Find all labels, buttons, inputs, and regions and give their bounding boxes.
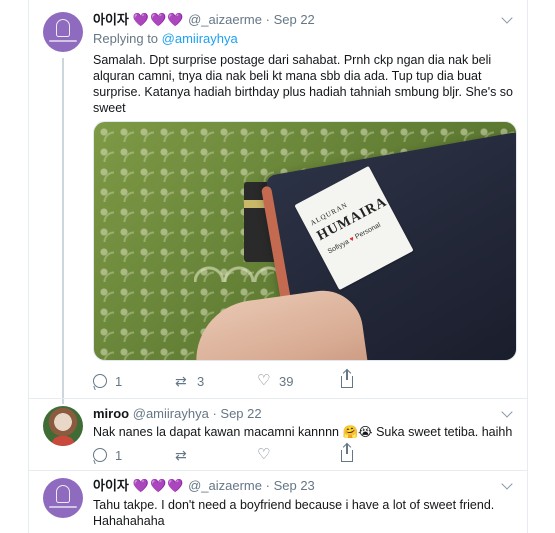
retweet-icon: ⇄ <box>175 447 187 463</box>
separator-dot: · <box>212 406 217 421</box>
heart-icon: ♡ <box>257 446 271 463</box>
user-handle[interactable]: @_aizaerme <box>188 478 262 493</box>
tweet-date[interactable]: Sep 22 <box>220 406 261 421</box>
tweet-header: 아이자 💜💜💜 @_aizaerme · Sep 23 <box>93 478 315 494</box>
share-icon <box>341 444 353 462</box>
replying-to-label: Replying to <box>93 31 159 46</box>
replying-to: Replying to @amiirayhya <box>93 31 238 47</box>
display-name[interactable]: 아이자 <box>93 12 129 27</box>
tweet-date[interactable]: Sep 22 <box>274 12 315 27</box>
heart-icon: ♡ <box>257 372 271 389</box>
share-button[interactable] <box>341 370 353 390</box>
avatar[interactable] <box>43 406 83 446</box>
hand-logo-icon <box>56 19 70 37</box>
separator-dot: · <box>265 478 270 493</box>
retweet-count: 3 <box>197 373 205 389</box>
tweet-header: 아이자 💜💜💜 @_aizaerme · Sep 22 <box>93 12 315 28</box>
purple-hearts: 💜💜💜 <box>132 478 185 493</box>
timeline: 아이자 💜💜💜 @_aizaerme · Sep 22 Replying to @… <box>28 0 528 533</box>
retweet-icon: ⇄ <box>175 373 187 389</box>
tweet-text: Samalah. Dpt surprise postage dari sahab… <box>93 53 514 115</box>
share-button[interactable] <box>341 444 353 464</box>
divider <box>29 470 527 471</box>
share-icon <box>341 370 353 388</box>
user-handle[interactable]: @amiirayhya <box>133 406 209 421</box>
hand <box>188 285 370 360</box>
purple-hearts: 💜💜💜 <box>132 12 185 27</box>
tweet-actions: 1 ⇄ ♡ <box>93 444 393 464</box>
tweet-photo[interactable]: ALQURAN HUMAIRA Sofiyya ♥ Personal <box>93 121 517 361</box>
reply-button[interactable]: 1 <box>93 372 122 390</box>
chevron-down-icon[interactable] <box>501 406 513 418</box>
like-button[interactable]: ♡ <box>257 446 271 464</box>
display-name[interactable]: miroo <box>93 406 129 421</box>
reply-count: 1 <box>115 447 123 463</box>
tweet-header: miroo @amiirayhya · Sep 22 <box>93 406 262 422</box>
user-handle[interactable]: @_aizaerme <box>188 12 262 27</box>
tweet-actions: 1 ⇄ 3 ♡ 39 <box>93 370 393 390</box>
reply-icon <box>93 374 107 388</box>
chevron-down-icon[interactable] <box>501 478 513 490</box>
reply-icon <box>93 448 107 462</box>
hand-logo-icon <box>56 485 70 503</box>
reply-count: 1 <box>115 373 123 389</box>
display-name[interactable]: 아이자 <box>93 478 129 493</box>
chevron-down-icon[interactable] <box>501 12 513 24</box>
retweet-button[interactable]: ⇄ <box>175 446 189 464</box>
separator-dot: · <box>265 12 270 27</box>
replying-to-handle[interactable]: @amiirayhya <box>162 31 238 46</box>
like-button[interactable]: ♡ 39 <box>257 372 293 390</box>
avatar[interactable] <box>43 12 83 52</box>
divider <box>29 398 527 399</box>
tweet-date[interactable]: Sep 23 <box>274 478 315 493</box>
avatar[interactable] <box>43 478 83 518</box>
retweet-button[interactable]: ⇄ 3 <box>175 372 204 390</box>
tweet-text: Nak nanes la dapat kawan macamni kannnn … <box>93 425 513 439</box>
like-count: 39 <box>279 373 294 389</box>
tweet-text: Tahu takpe. I don't need a boyfriend bec… <box>93 498 495 528</box>
reply-button[interactable]: 1 <box>93 446 122 464</box>
thread-line <box>62 58 64 404</box>
